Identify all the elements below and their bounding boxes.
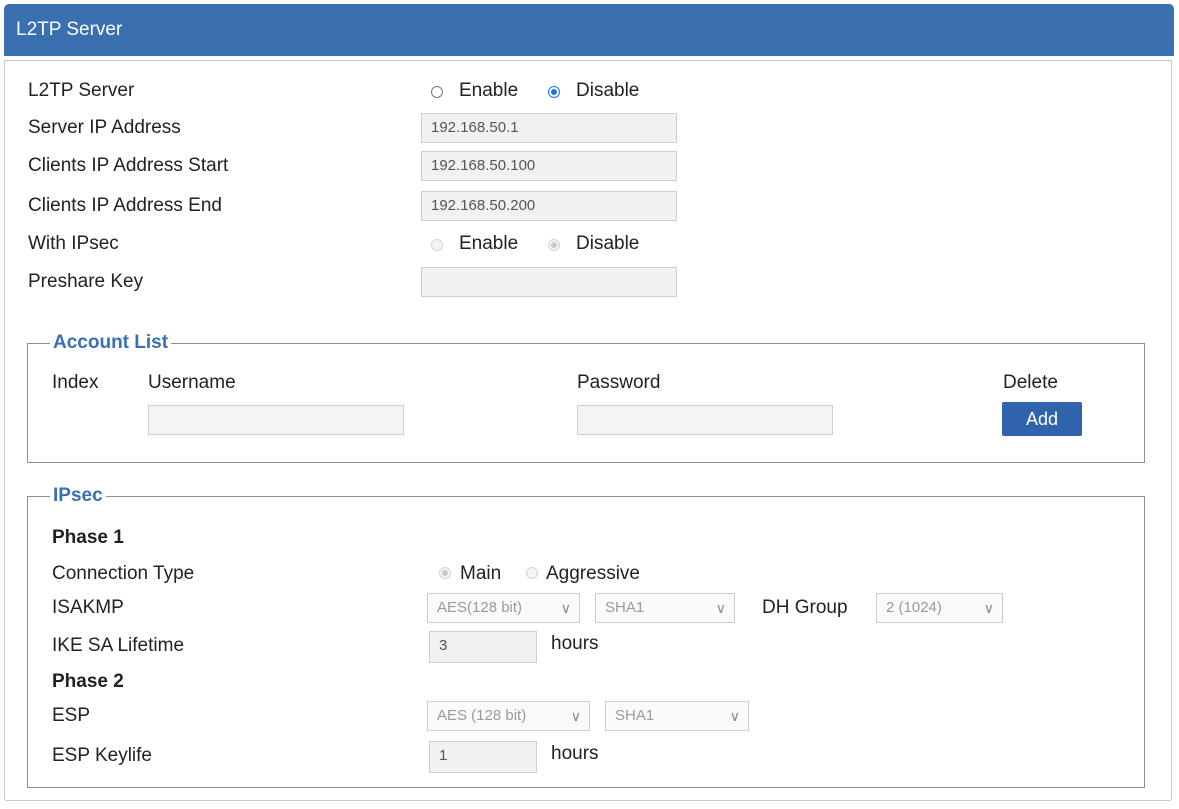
client-start-input[interactable]: 192.168.50.100 xyxy=(421,151,677,181)
dh-group-value: 2 (1024) xyxy=(886,599,942,616)
account-list-fieldset: Account List Index Username Password Del… xyxy=(27,331,1145,463)
esp-hash-select[interactable]: SHA1 ∨ xyxy=(605,701,749,731)
col-password-header: Password xyxy=(577,372,661,393)
esp-keylife-input[interactable]: 1 xyxy=(429,741,537,773)
client-end-label: Clients IP Address End xyxy=(28,195,222,216)
isakmp-hash-value: SHA1 xyxy=(605,599,645,616)
l2tp-server-label: L2TP Server xyxy=(28,80,135,101)
esp-hash-value: SHA1 xyxy=(615,707,655,724)
password-input[interactable] xyxy=(577,405,833,435)
col-delete-header: Delete xyxy=(1003,372,1058,393)
col-username-header: Username xyxy=(148,372,236,393)
esp-keylife-label: ESP Keylife xyxy=(52,745,152,766)
ike-lifetime-unit: hours xyxy=(551,633,599,654)
esp-encryption-value: AES (128 bit) xyxy=(437,707,527,724)
l2tp-enable-radio[interactable] xyxy=(431,86,443,98)
esp-encryption-select[interactable]: AES (128 bit) ∨ xyxy=(427,701,590,731)
conn-aggressive-label[interactable]: Aggressive xyxy=(546,563,640,585)
conn-aggressive-radio[interactable] xyxy=(526,567,538,579)
dh-group-select[interactable]: 2 (1024) ∨ xyxy=(876,593,1003,623)
server-ip-label: Server IP Address xyxy=(28,117,181,138)
isakmp-encryption-select[interactable]: AES(128 bit) ∨ xyxy=(427,593,580,623)
isakmp-label: ISAKMP xyxy=(52,597,124,618)
preshare-key-input[interactable] xyxy=(421,267,677,297)
phase1-heading: Phase 1 xyxy=(52,527,124,548)
l2tp-disable-label[interactable]: Disable xyxy=(576,80,639,102)
preshare-key-label: Preshare Key xyxy=(28,271,144,292)
panel-header: L2TP Server xyxy=(4,4,1174,56)
ipsec-fieldset: IPsec Phase 1 Connection Type Main Aggre… xyxy=(27,484,1145,788)
ipsec-enable-label[interactable]: Enable xyxy=(459,233,518,255)
account-list-legend: Account List xyxy=(50,331,172,355)
server-ip-input[interactable]: 192.168.50.1 xyxy=(421,113,677,143)
esp-label: ESP xyxy=(52,705,91,726)
chevron-down-icon: ∨ xyxy=(983,600,994,616)
connection-type-label: Connection Type xyxy=(52,563,195,584)
col-index-header: Index xyxy=(52,372,99,393)
client-start-label: Clients IP Address Start xyxy=(28,155,229,176)
panel-title: L2TP Server xyxy=(16,19,123,40)
chevron-down-icon: ∨ xyxy=(570,708,581,724)
isakmp-encryption-value: AES(128 bit) xyxy=(437,599,523,616)
phase2-heading: Phase 2 xyxy=(52,671,124,692)
l2tp-enable-label[interactable]: Enable xyxy=(459,80,518,102)
conn-main-label[interactable]: Main xyxy=(460,563,501,585)
with-ipsec-label: With IPsec xyxy=(28,233,119,254)
ike-lifetime-input[interactable]: 3 xyxy=(429,631,537,663)
chevron-down-icon: ∨ xyxy=(729,708,740,724)
chevron-down-icon: ∨ xyxy=(560,600,571,616)
esp-keylife-unit: hours xyxy=(551,743,599,764)
ipsec-enable-radio[interactable] xyxy=(431,239,443,251)
dh-group-label: DH Group xyxy=(762,597,848,618)
l2tp-server-panel: L2TP Server L2TP Server Enable Disable S… xyxy=(4,4,1174,801)
conn-main-radio[interactable] xyxy=(439,567,451,579)
panel-body: L2TP Server Enable Disable Server IP Add… xyxy=(4,60,1172,801)
isakmp-hash-select[interactable]: SHA1 ∨ xyxy=(595,593,735,623)
add-account-button[interactable]: Add xyxy=(1002,402,1082,436)
ike-lifetime-label: IKE SA Lifetime xyxy=(52,635,185,656)
ipsec-legend: IPsec xyxy=(50,484,106,508)
l2tp-disable-radio[interactable] xyxy=(548,86,560,98)
username-input[interactable] xyxy=(148,405,404,435)
ipsec-disable-label[interactable]: Disable xyxy=(576,233,639,255)
client-end-input[interactable]: 192.168.50.200 xyxy=(421,191,677,221)
ipsec-disable-radio[interactable] xyxy=(548,239,560,251)
chevron-down-icon: ∨ xyxy=(715,600,726,616)
